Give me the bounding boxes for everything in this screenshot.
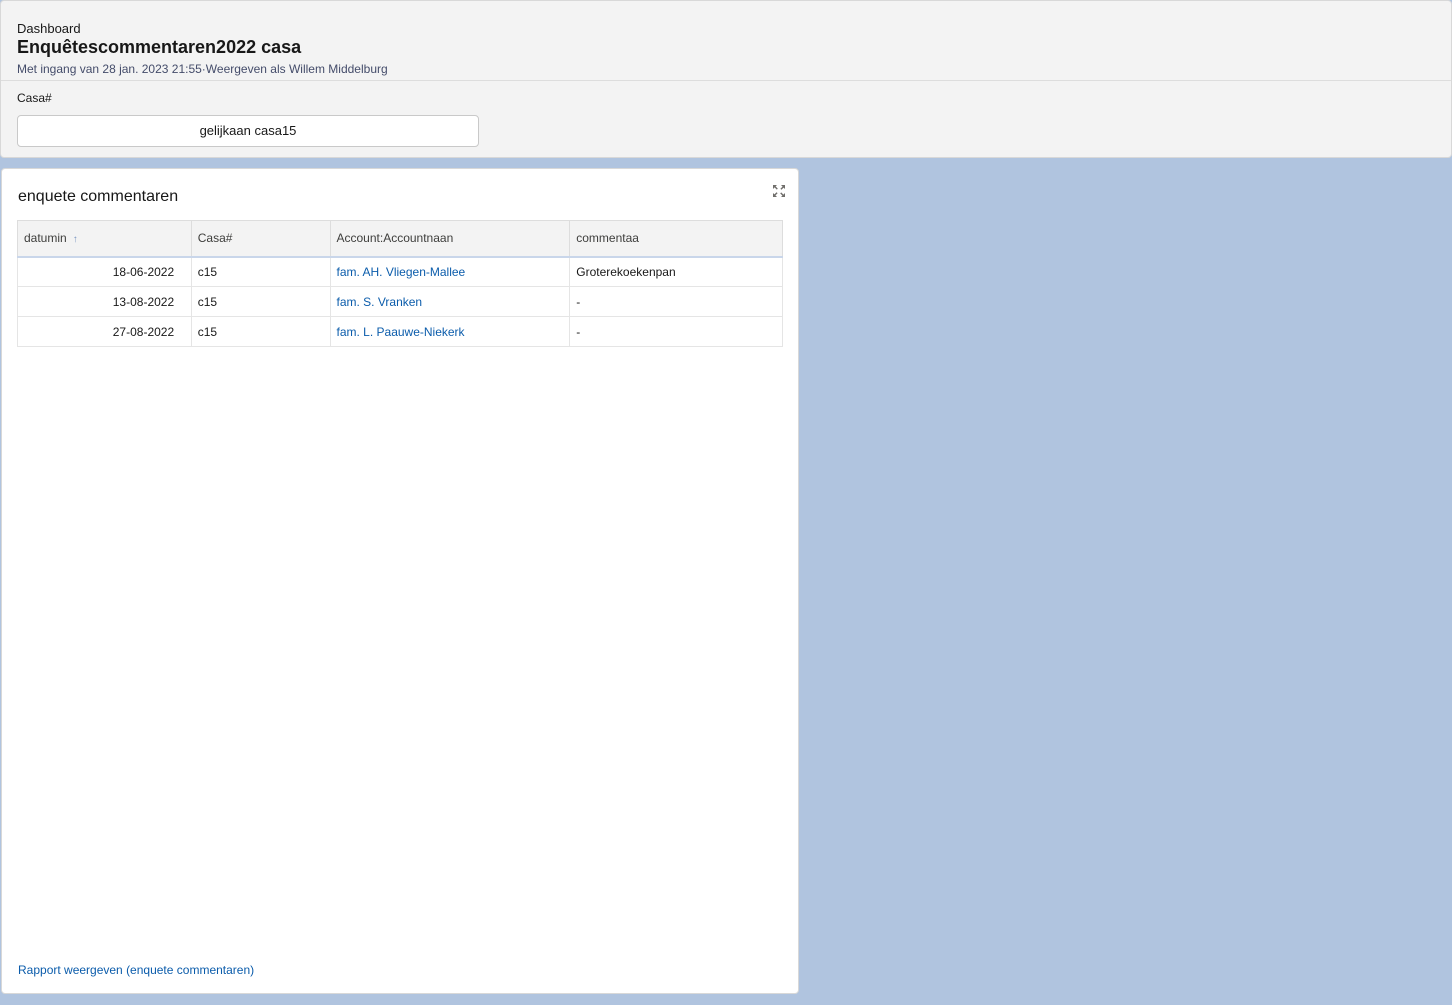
account-link[interactable]: fam. AH. Vliegen-Mallee: [337, 265, 466, 279]
table-row: 18-06-2022 c15 fam. AH. Vliegen-Mallee G…: [17, 256, 783, 287]
component-title: enquete commentaren: [18, 188, 179, 205]
filter-area: Casa# gelijkaan casa15: [1, 81, 1451, 147]
date-value: 27-08-2022: [112, 324, 175, 339]
cell-comment: -: [569, 286, 783, 317]
cell-casa: c15: [191, 286, 331, 317]
page-title: Enquêtescommentaren2022 casa: [17, 37, 302, 57]
account-link[interactable]: fam. S. Vranken: [337, 295, 423, 309]
cell-date: 13-08-2022: [17, 286, 192, 317]
dashboard-header: Dashboard Enquêtescommentaren2022 casa M…: [0, 0, 1452, 158]
table-row: 27-08-2022 c15 fam. L. Paauwe-Niekerk -: [17, 316, 783, 347]
view-report-link[interactable]: Rapport weergeven (enquete commentaren): [18, 963, 254, 977]
casa-filter-button[interactable]: gelijkaan casa15: [17, 115, 479, 147]
cell-comment: Groterekoekenpan: [569, 256, 783, 287]
filter-label: Casa#: [17, 91, 52, 105]
cell-account: fam. L. Paauwe-Niekerk: [330, 316, 571, 347]
table-row: 13-08-2022 c15 fam. S. Vranken -: [17, 286, 783, 317]
account-link[interactable]: fam. L. Paauwe-Niekerk: [337, 325, 465, 339]
cell-account: fam. AH. Vliegen-Mallee: [330, 256, 571, 287]
page-subtitle: Met ingang van 28 jan. 2023 21:55·Weerge…: [17, 62, 388, 76]
column-header-casa[interactable]: Casa#: [191, 220, 331, 258]
cell-account: fam. S. Vranken: [330, 286, 571, 317]
cell-casa: c15: [191, 256, 331, 287]
column-header-account[interactable]: Account:Accountnaan: [330, 220, 571, 258]
page-eyebrow: Dashboard: [17, 21, 81, 36]
header-title-area: Dashboard Enquêtescommentaren2022 casa M…: [1, 1, 1451, 81]
date-value: 13-08-2022: [112, 294, 175, 309]
cell-date: 18-06-2022: [17, 256, 192, 287]
cell-comment: -: [569, 316, 783, 347]
cell-date: 27-08-2022: [17, 316, 192, 347]
expand-arrows-icon[interactable]: [772, 184, 786, 198]
cell-casa: c15: [191, 316, 331, 347]
report-table: datumin ↑ Casa# Account:Accountnaan comme…: [17, 220, 783, 347]
date-value: 18-06-2022: [112, 264, 175, 279]
column-header-label: datumin: [24, 231, 67, 246]
column-header-datumin[interactable]: datumin ↑: [17, 220, 192, 258]
report-component: enquete commentaren datumin ↑ Casa# Accou…: [1, 168, 799, 994]
arrow-up-icon: ↑: [72, 234, 78, 246]
column-header-commentaar[interactable]: commentaa: [569, 220, 783, 258]
table-header-row: datumin ↑ Casa# Account:Accountnaan comme…: [17, 220, 783, 258]
